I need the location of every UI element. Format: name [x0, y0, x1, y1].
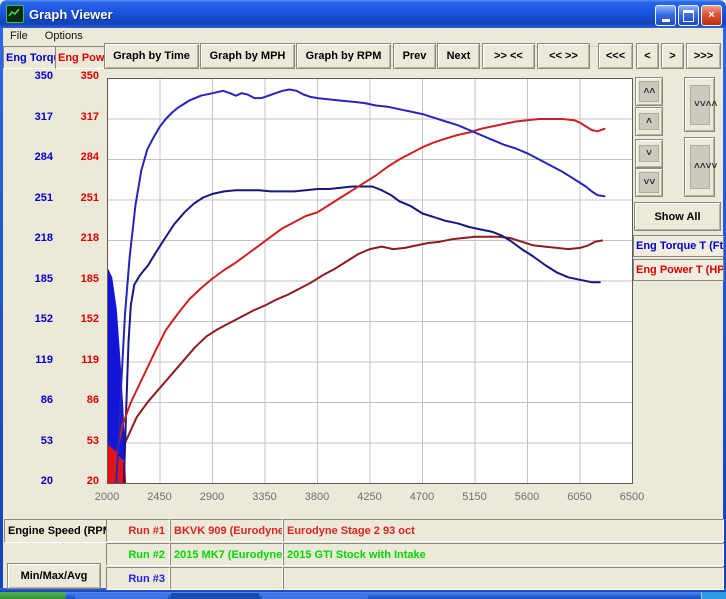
power-axis-tick: 152 — [54, 313, 99, 325]
run3-name-field[interactable] — [170, 567, 283, 590]
torque-axis-tick: 251 — [8, 192, 53, 204]
run2-label: Run #2 — [106, 543, 170, 566]
torque-axis-tick: 152 — [8, 313, 53, 325]
zoom-in-x-button[interactable]: >> << — [482, 43, 535, 69]
expand-chevrons-icon: ˄˄˅˅ — [694, 164, 705, 170]
torque-axis-header: Eng Torque — [3, 46, 56, 69]
rpm-axis-tick: 5150 — [450, 491, 500, 503]
run1-label: Run #1 — [106, 519, 170, 542]
rpm-axis-tick: 2000 — [82, 491, 132, 503]
run1-desc-field[interactable]: Eurodyne Stage 2 93 oct — [283, 519, 724, 542]
rpm-axis-tick: 2900 — [187, 491, 237, 503]
power-axis-tick: 251 — [54, 192, 99, 204]
rpm-axis-tick: 5600 — [502, 491, 552, 503]
rpm-axis-tick: 2450 — [135, 491, 185, 503]
scroll-right-fast-button[interactable]: >>> — [686, 43, 721, 69]
system-tray — [701, 592, 726, 599]
scroll-left-button[interactable]: < — [636, 43, 659, 69]
scroll-left-fast-button[interactable]: <<< — [598, 43, 633, 69]
torque-axis-tick: 317 — [8, 111, 53, 123]
torque-axis-tick: 53 — [8, 435, 53, 447]
power-axis-tick: 284 — [54, 151, 99, 163]
power-axis-tick: 317 — [54, 111, 99, 123]
run1-name-field[interactable]: BKVK 909 (Eurodyne, I — [170, 519, 283, 542]
menu-file[interactable]: File — [3, 28, 35, 44]
torque-axis-tick: 119 — [8, 354, 53, 366]
torque-axis-tick: 284 — [8, 151, 53, 163]
prev-button[interactable]: Prev — [393, 43, 436, 69]
y-scale-up-fast-button[interactable]: ˄˄ — [635, 77, 663, 106]
legend-item-torque[interactable]: Eng Torque T (Ft-Lb) — [633, 235, 724, 257]
power-axis-tick: 53 — [54, 435, 99, 447]
down-chevron-icon: ˅ — [644, 151, 655, 157]
window-title: Graph Viewer — [29, 7, 113, 22]
rpm-axis-tick: 3350 — [240, 491, 290, 503]
y-scale-down-fast-button[interactable]: ˅˅ — [635, 168, 663, 197]
up-chevron-icon: ˄ — [644, 119, 655, 125]
torque-axis-tick: 20 — [8, 475, 53, 487]
taskbar-button[interactable] — [262, 593, 368, 599]
start-button[interactable] — [0, 592, 66, 599]
run2-name-field[interactable]: 2015 MK7 (Eurodyne, E — [170, 543, 283, 566]
graph-by-mph-button[interactable]: Graph by MPH — [200, 43, 295, 69]
double-down-chevron-icon: ˅˅ — [644, 180, 655, 186]
y-expand-button[interactable]: ˄˄˅˅ — [684, 137, 715, 197]
window-border-left — [0, 28, 3, 591]
chart-area — [107, 78, 633, 484]
collapse-chevrons-icon: ˅˅˄˄ — [694, 102, 705, 108]
rpm-axis-tick: 6500 — [607, 491, 657, 503]
run2-desc-field[interactable]: 2015 GTI Stock with Intake — [283, 543, 724, 566]
rpm-axis-tick: 6050 — [555, 491, 605, 503]
power-axis-tick: 20 — [54, 475, 99, 487]
torque-axis-tick: 218 — [8, 232, 53, 244]
run3-desc-field[interactable] — [283, 567, 724, 590]
power-axis-header: Eng Power — [55, 46, 106, 69]
close-button[interactable]: × — [701, 5, 722, 26]
power-axis-tick: 185 — [54, 273, 99, 285]
taskbar-button[interactable] — [75, 593, 168, 599]
maximize-button[interactable] — [678, 5, 699, 26]
scroll-right-button[interactable]: > — [661, 43, 684, 69]
run3-label: Run #3 — [106, 567, 170, 590]
title-bar[interactable]: Graph Viewer × — [0, 0, 726, 28]
maximize-icon — [683, 10, 694, 22]
y-scale-down-button[interactable]: ˅ — [635, 139, 663, 168]
rpm-axis-tick: 3800 — [292, 491, 342, 503]
torque-axis-tick: 185 — [8, 273, 53, 285]
menu-options[interactable]: Options — [38, 28, 90, 44]
minimize-button[interactable] — [655, 5, 676, 26]
torque-axis-tick: 350 — [8, 70, 53, 82]
power-axis-tick: 350 — [54, 70, 99, 82]
min-max-avg-button[interactable]: Min/Max/Avg — [7, 563, 101, 589]
taskbar — [0, 592, 726, 599]
power-axis-tick: 218 — [54, 232, 99, 244]
minimize-icon — [662, 19, 670, 22]
taskbar-button[interactable] — [171, 593, 259, 599]
rpm-axis-tick: 4250 — [345, 491, 395, 503]
x-axis-title: Engine Speed (RPM) — [4, 519, 108, 543]
next-button[interactable]: Next — [437, 43, 480, 69]
graph-by-rpm-button[interactable]: Graph by RPM — [296, 43, 391, 69]
close-icon: × — [708, 10, 714, 21]
legend-item-power[interactable]: Eng Power T (HP) — [633, 259, 724, 281]
show-all-button[interactable]: Show All — [634, 202, 721, 231]
torque-axis-tick: 86 — [8, 394, 53, 406]
y-scale-up-button[interactable]: ˄ — [635, 107, 663, 136]
zoom-out-x-button[interactable]: << >> — [537, 43, 590, 69]
dyno-plot — [107, 78, 633, 484]
y-compress-button[interactable]: ˅˅˄˄ — [684, 77, 715, 132]
graph-viewer-window: Graph Viewer × File Options Eng Torque E… — [0, 0, 726, 599]
app-graph-icon — [6, 5, 24, 23]
power-axis-tick: 86 — [54, 394, 99, 406]
graph-by-time-button[interactable]: Graph by Time — [104, 43, 199, 69]
double-up-chevron-icon: ˄˄ — [644, 89, 655, 95]
power-axis-tick: 119 — [54, 354, 99, 366]
rpm-axis-tick: 4700 — [397, 491, 447, 503]
